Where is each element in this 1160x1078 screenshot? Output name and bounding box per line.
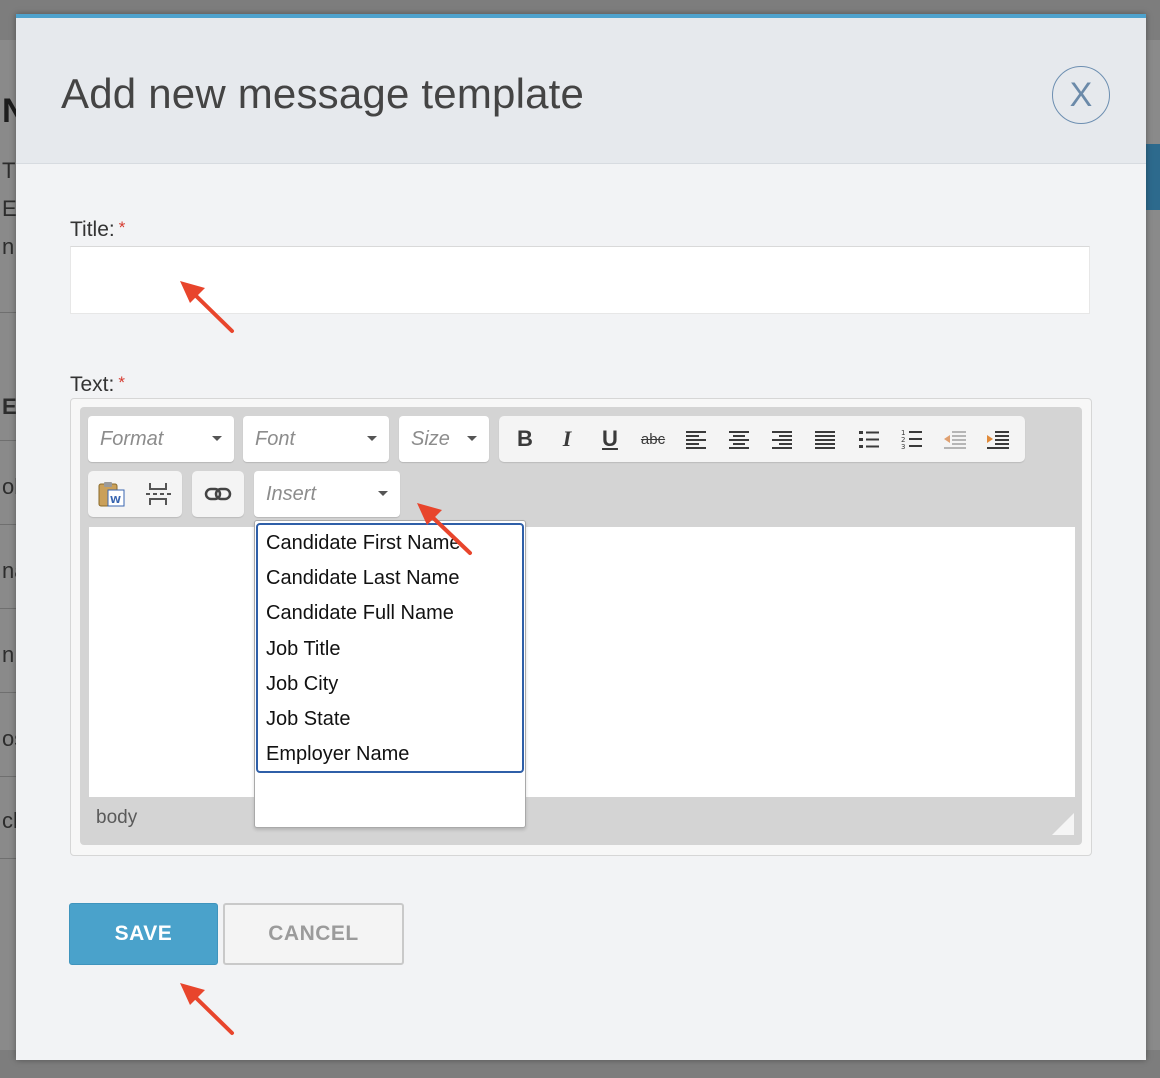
format-dropdown[interactable]: Format	[88, 416, 234, 462]
align-left-icon	[686, 431, 706, 449]
numbered-list-button[interactable]: 123	[892, 416, 932, 462]
bulleted-list-button[interactable]	[849, 416, 889, 462]
insert-option[interactable]: Candidate Full Name	[258, 601, 522, 636]
backdrop-text: N	[2, 92, 16, 130]
svg-text:W: W	[110, 495, 121, 506]
backdrop-right-strip	[1146, 40, 1160, 1050]
title-label-text: Title:	[70, 218, 115, 241]
insert-option[interactable]: Job City	[258, 672, 522, 707]
rich-text-editor: Format Font Size B I U abc 1 2 3 W Inser…	[70, 398, 1092, 856]
modal-header: Add new message template X	[16, 18, 1146, 164]
align-center-button[interactable]	[719, 416, 759, 462]
underline-icon: U	[602, 426, 618, 451]
page-break-icon	[146, 483, 171, 505]
page-break-button[interactable]	[138, 471, 178, 517]
outdent-button[interactable]	[935, 416, 975, 462]
backdrop-text: EN	[2, 394, 16, 419]
align-justify-button[interactable]	[805, 416, 845, 462]
insert-options-list: Candidate First Name Candidate Last Name…	[254, 520, 526, 828]
strikethrough-button[interactable]: abc	[633, 416, 673, 462]
link-button[interactable]	[198, 471, 238, 517]
insert-option[interactable]: Job State	[258, 707, 522, 742]
formatting-toolbar: B I U abc 12 3	[499, 416, 1025, 462]
add-template-modal: Add new message template X Title: * Text:…	[16, 14, 1146, 1060]
italic-button[interactable]: I	[547, 416, 587, 462]
bold-icon: B	[517, 426, 533, 451]
title-label: Title: *	[70, 218, 125, 242]
strikethrough-icon: abc	[640, 430, 666, 448]
backdrop-divider	[0, 312, 16, 313]
paste-from-word-icon: W	[98, 482, 125, 507]
insert-option[interactable]: Job Title	[258, 637, 522, 672]
required-marker: *	[118, 218, 126, 237]
backdrop-divider	[0, 858, 16, 859]
cancel-button[interactable]: CANCEL	[223, 903, 404, 965]
backdrop-divider	[0, 776, 16, 777]
backdrop-left-strip	[0, 40, 16, 1050]
align-right-icon	[772, 431, 792, 449]
indent-button[interactable]	[978, 416, 1018, 462]
chevron-down-icon	[212, 436, 222, 441]
backdrop-text: E	[2, 196, 16, 221]
editor-chrome: Format Font Size B I U abc 1 2 3 W Inser…	[80, 407, 1082, 845]
link-toolbar	[192, 471, 244, 517]
bulleted-list-icon	[859, 431, 879, 448]
backdrop-blue-block	[1146, 144, 1160, 210]
align-center-icon	[729, 431, 749, 449]
align-left-button[interactable]	[676, 416, 716, 462]
chevron-down-icon	[467, 436, 477, 441]
editor-content-area[interactable]	[89, 527, 1075, 797]
backdrop-text: T	[2, 158, 16, 183]
indent-icon	[987, 431, 1009, 449]
backdrop-divider	[0, 440, 16, 441]
numbered-list-icon: 123	[901, 429, 922, 450]
format-dropdown-label: Format	[100, 428, 164, 450]
modal-title: Add new message template	[61, 70, 585, 117]
backdrop-divider	[0, 692, 16, 693]
text-label: Text: *	[70, 373, 125, 397]
italic-icon: I	[562, 426, 572, 451]
chevron-down-icon	[367, 436, 377, 441]
chevron-down-icon	[378, 491, 388, 496]
backdrop-divider	[0, 608, 16, 609]
title-input[interactable]	[70, 246, 1090, 314]
size-dropdown-label: Size	[411, 428, 450, 450]
font-dropdown[interactable]: Font	[243, 416, 389, 462]
insert-option[interactable]: Employer Name	[258, 742, 522, 777]
size-dropdown[interactable]: Size	[399, 416, 489, 462]
text-label-text: Text:	[70, 373, 115, 396]
underline-button[interactable]: U	[590, 416, 630, 462]
align-right-button[interactable]	[762, 416, 802, 462]
backdrop-text: n	[2, 234, 15, 259]
outdent-icon	[944, 431, 966, 449]
paste-from-word-button[interactable]: W	[92, 471, 132, 517]
clipboard-toolbar: W	[88, 471, 182, 517]
resize-handle[interactable]	[1052, 813, 1074, 835]
backdrop-text: ob	[2, 474, 16, 499]
element-path: body	[96, 807, 138, 828]
backdrop-text: n	[2, 642, 15, 667]
save-button[interactable]: SAVE	[69, 903, 218, 965]
backdrop-text: na	[2, 558, 16, 583]
svg-text:3: 3	[901, 443, 905, 450]
backdrop-text: os	[2, 726, 16, 751]
insert-options-focus: Candidate First Name Candidate Last Name…	[256, 523, 524, 773]
font-dropdown-label: Font	[255, 428, 296, 450]
close-button[interactable]: X	[1052, 66, 1110, 124]
link-icon	[204, 487, 232, 501]
insert-option[interactable]: Candidate First Name	[258, 531, 522, 566]
insert-dropdown-label: Insert	[266, 483, 317, 505]
required-marker: *	[118, 373, 125, 392]
backdrop-divider	[0, 524, 16, 525]
backdrop-text: ch	[2, 808, 16, 833]
bold-button[interactable]: B	[505, 416, 545, 462]
insert-dropdown[interactable]: Insert	[254, 471, 400, 517]
align-justify-icon	[815, 431, 835, 449]
insert-option[interactable]: Candidate Last Name	[258, 566, 522, 601]
